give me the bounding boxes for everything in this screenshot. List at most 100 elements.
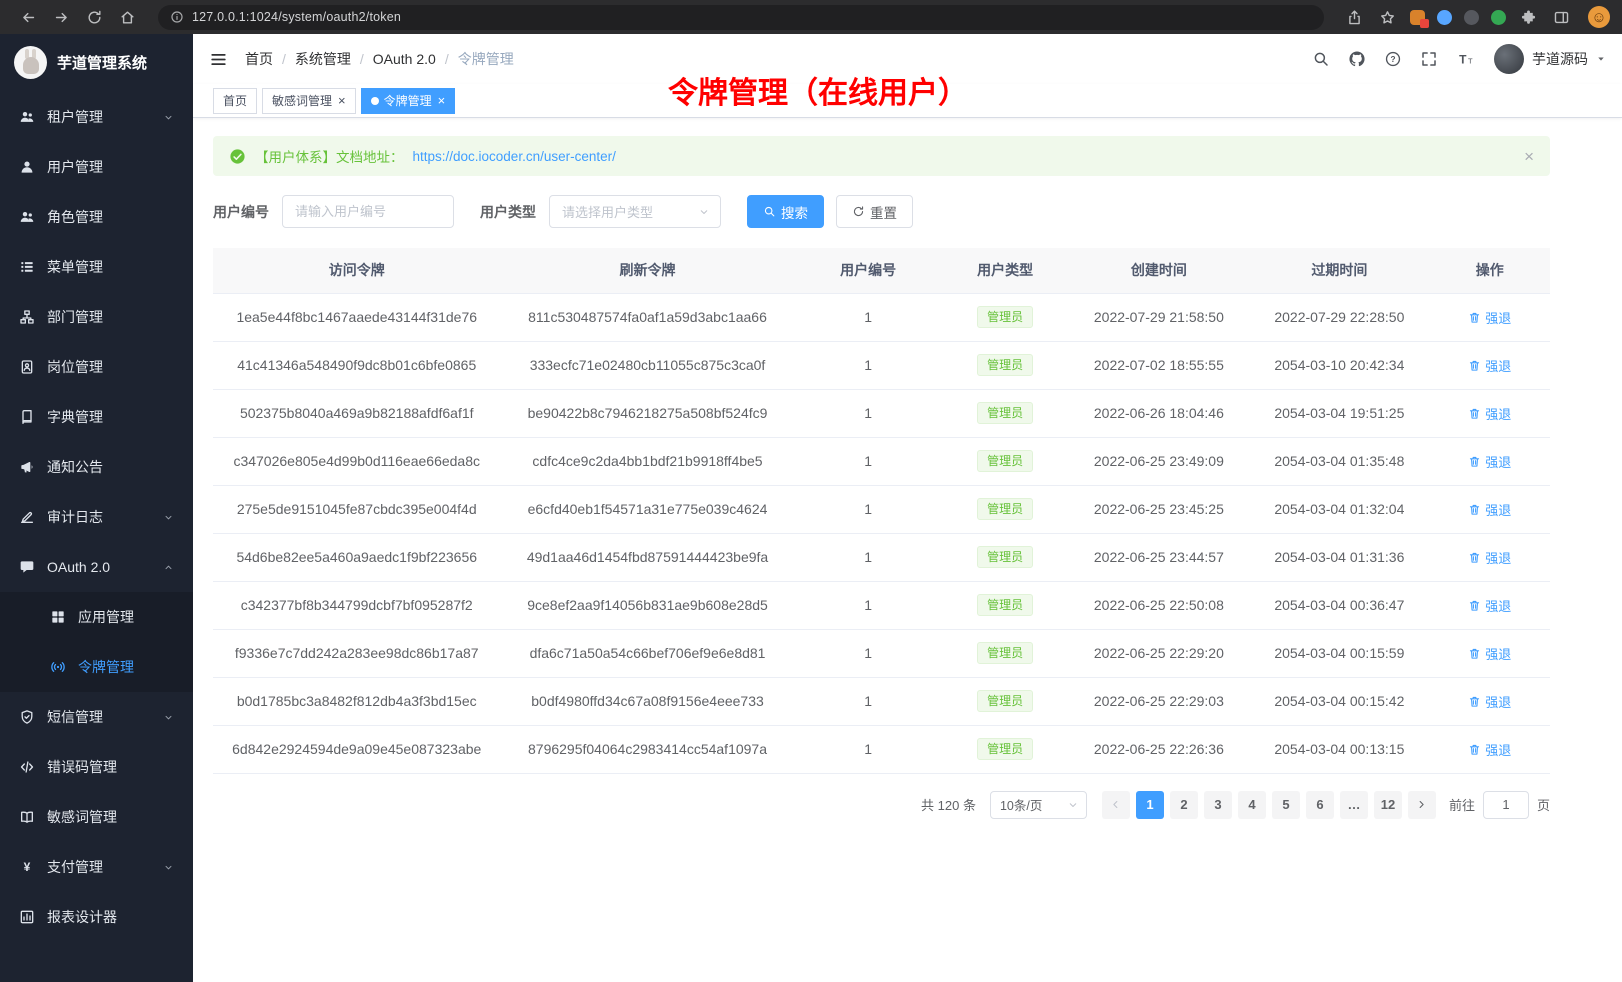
- force-logout-button[interactable]: 强退: [1468, 308, 1511, 327]
- share-icon[interactable]: [1346, 9, 1363, 26]
- actions-cell: 强退: [1430, 341, 1550, 389]
- sidebar-item-role[interactable]: 角色管理: [0, 192, 193, 242]
- page-button-12[interactable]: 12: [1374, 791, 1402, 819]
- sidebar-item-oauth2-token[interactable]: 令牌管理: [0, 642, 193, 692]
- chevron-up-icon: [163, 562, 174, 573]
- sidebar-item-oauth2-app[interactable]: 应用管理: [0, 592, 193, 642]
- alert-close-icon[interactable]: [1524, 148, 1534, 165]
- sidebar-item-sms[interactable]: 短信管理: [0, 692, 193, 742]
- forward-icon[interactable]: [53, 9, 70, 26]
- force-logout-button[interactable]: 强退: [1468, 548, 1511, 567]
- force-logout-button[interactable]: 强退: [1468, 596, 1511, 615]
- extension-icon-1[interactable]: [1410, 10, 1425, 25]
- access-token-cell: b0d1785bc3a8482f812db4a3f3bd15ec: [213, 677, 500, 725]
- delete-icon: [1468, 551, 1481, 564]
- reset-button[interactable]: 重置: [836, 195, 913, 228]
- doc-link[interactable]: https://doc.iocoder.cn/user-center/: [413, 149, 616, 164]
- page-button-1[interactable]: 1: [1136, 791, 1164, 819]
- breadcrumb: 首页/系统管理/OAuth 2.0/令牌管理: [245, 49, 514, 69]
- tab-1[interactable]: 敏感词管理: [262, 88, 356, 114]
- chevron-down-icon: [163, 112, 174, 123]
- force-logout-button[interactable]: 强退: [1468, 740, 1511, 759]
- address-bar[interactable]: 127.0.0.1:1024/system/oauth2/token: [158, 5, 1324, 30]
- delete-icon: [1468, 407, 1481, 420]
- tab-close-icon[interactable]: [438, 94, 446, 107]
- bookmark-star-icon[interactable]: [1379, 9, 1396, 26]
- sidebar-item-menu[interactable]: 菜单管理: [0, 242, 193, 292]
- tab-0[interactable]: 首页: [213, 88, 257, 114]
- extension-icon-3[interactable]: [1464, 10, 1479, 25]
- sidebar-item-post[interactable]: 岗位管理: [0, 342, 193, 392]
- sidebar-item-sensitive-word[interactable]: 敏感词管理: [0, 792, 193, 842]
- force-logout-label: 强退: [1485, 452, 1511, 471]
- actions-cell: 强退: [1430, 485, 1550, 533]
- extension-icon-2[interactable]: [1437, 10, 1452, 25]
- user-id-input[interactable]: [282, 195, 454, 228]
- user-type-tag: 管理员: [977, 354, 1033, 376]
- sidebar-item-pay[interactable]: ¥支付管理: [0, 842, 193, 892]
- tab-close-icon[interactable]: [338, 94, 346, 107]
- extension-icon-4[interactable]: [1491, 10, 1506, 25]
- goto-page-input[interactable]: [1483, 791, 1529, 819]
- side-panel-icon[interactable]: [1553, 9, 1570, 26]
- search-icon[interactable]: [1312, 50, 1330, 68]
- page-ellipsis[interactable]: …: [1340, 791, 1368, 819]
- force-logout-button[interactable]: 强退: [1468, 644, 1511, 663]
- search-button[interactable]: 搜索: [747, 195, 824, 228]
- app-logo[interactable]: 芋道管理系统: [0, 34, 193, 90]
- column-header: 用户编号: [795, 248, 942, 293]
- page-size-select[interactable]: 10条/页: [990, 791, 1087, 819]
- github-icon[interactable]: [1348, 50, 1366, 68]
- home-icon[interactable]: [119, 9, 136, 26]
- sidebar-item-user[interactable]: 用户管理: [0, 142, 193, 192]
- force-logout-button[interactable]: 强退: [1468, 404, 1511, 423]
- site-info-icon[interactable]: [170, 10, 184, 24]
- sidebar-collapse-icon[interactable]: [209, 50, 228, 69]
- create-time-cell: 2022-06-25 22:29:20: [1069, 629, 1249, 677]
- user-menu[interactable]: 芋道源码: [1494, 44, 1606, 74]
- sidebar-item-dict[interactable]: 字典管理: [0, 392, 193, 442]
- extensions-puzzle-icon[interactable]: [1520, 9, 1537, 26]
- browser-profile-avatar[interactable]: [1588, 6, 1610, 28]
- sidebar-item-label: 应用管理: [78, 607, 174, 627]
- sidebar-item-error-code[interactable]: 错误码管理: [0, 742, 193, 792]
- next-page-button[interactable]: [1408, 791, 1436, 819]
- page-button-2[interactable]: 2: [1170, 791, 1198, 819]
- force-logout-label: 强退: [1485, 404, 1511, 423]
- sidebar-item-notice[interactable]: 通知公告: [0, 442, 193, 492]
- sidebar-item-dept[interactable]: 部门管理: [0, 292, 193, 342]
- breadcrumb-item[interactable]: 首页: [245, 49, 273, 69]
- force-logout-button[interactable]: 强退: [1468, 356, 1511, 375]
- refresh-token-cell: 333ecfc71e02480cb11055c875c3ca0f: [500, 341, 794, 389]
- sidebar-item-audit-log[interactable]: 审计日志: [0, 492, 193, 542]
- force-logout-button[interactable]: 强退: [1468, 452, 1511, 471]
- page-button-4[interactable]: 4: [1238, 791, 1266, 819]
- page-button-6[interactable]: 6: [1306, 791, 1334, 819]
- sidebar-item-oauth2[interactable]: OAuth 2.0: [0, 542, 193, 592]
- tab-2[interactable]: 令牌管理: [361, 88, 456, 114]
- page-button-5[interactable]: 5: [1272, 791, 1300, 819]
- page-button-3[interactable]: 3: [1204, 791, 1232, 819]
- sidebar-item-report[interactable]: 报表设计器: [0, 892, 193, 942]
- force-logout-button[interactable]: 强退: [1468, 500, 1511, 519]
- font-size-icon[interactable]: TT: [1456, 50, 1474, 68]
- back-icon[interactable]: [20, 9, 37, 26]
- force-logout-button[interactable]: 强退: [1468, 692, 1511, 711]
- help-icon[interactable]: ?: [1384, 50, 1402, 68]
- fullscreen-icon[interactable]: [1420, 50, 1438, 68]
- user-type-tag: 管理员: [977, 642, 1033, 664]
- delete-icon: [1468, 455, 1481, 468]
- user-type-tag: 管理员: [977, 546, 1033, 568]
- sidebar-item-label: 部门管理: [47, 307, 174, 327]
- sidebar-item-tenant[interactable]: 租户管理: [0, 92, 193, 142]
- reload-icon[interactable]: [86, 9, 103, 26]
- force-logout-label: 强退: [1485, 500, 1511, 519]
- prev-page-button[interactable]: [1102, 791, 1130, 819]
- submenu-oauth2: 应用管理令牌管理: [0, 592, 193, 692]
- user-type-select[interactable]: 请选择用户类型: [549, 195, 721, 228]
- breadcrumb-item[interactable]: OAuth 2.0: [373, 51, 436, 67]
- breadcrumb-item[interactable]: 系统管理: [295, 49, 351, 69]
- breadcrumb-item: 令牌管理: [458, 49, 514, 69]
- broadcast-icon: [50, 659, 66, 675]
- sidebar-item-label: 令牌管理: [78, 657, 174, 677]
